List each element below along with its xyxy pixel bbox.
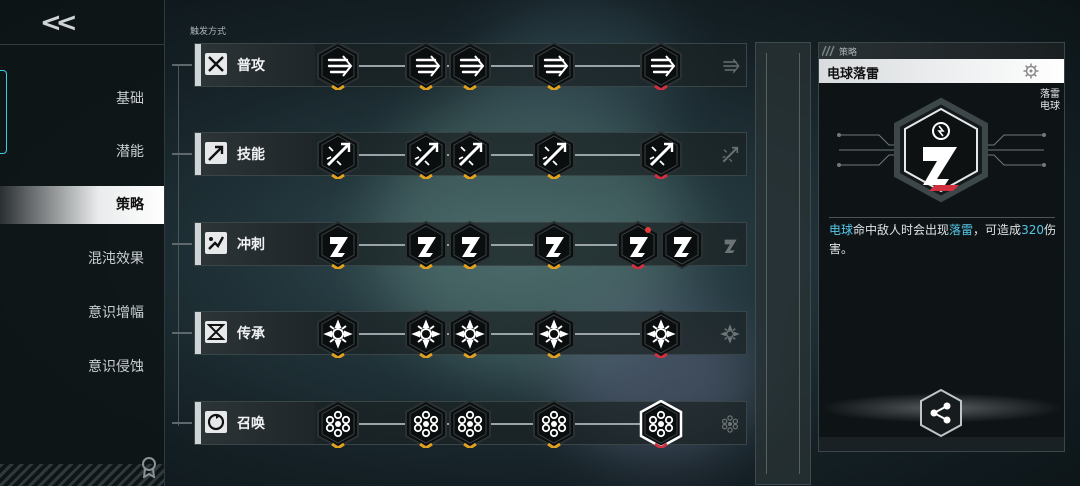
nav-item-consciousness-erosion[interactable]: 意识侵蚀	[0, 348, 164, 386]
row-connector	[172, 243, 192, 245]
middle-panel-inner	[766, 53, 800, 474]
row-name: 传承	[237, 326, 265, 342]
locked-node-icon	[723, 58, 740, 74]
locked-node-icon	[721, 415, 739, 433]
row-connector	[172, 422, 192, 424]
strategy-node[interactable]	[403, 221, 449, 269]
middle-panel	[755, 42, 811, 485]
row-header[interactable]: 普攻	[195, 44, 315, 86]
lightning-ball-icon	[837, 97, 1046, 203]
strategy-row-4: 传承	[194, 310, 747, 358]
detail-description: 电球命中敌人时会出现落雷，可造成320伤害。	[829, 221, 1057, 259]
locked-node-icon	[720, 324, 740, 344]
tree-vertical-line	[178, 66, 179, 426]
row-name: 技能	[237, 147, 265, 163]
row-name: 召唤	[237, 416, 265, 432]
desc-highlight-damage: 320	[1021, 223, 1044, 237]
strategy-node[interactable]	[638, 131, 684, 179]
strategy-node[interactable]	[531, 400, 577, 448]
strategy-node[interactable]	[638, 310, 684, 358]
strategy-node[interactable]	[447, 400, 493, 448]
row-name: 普攻	[237, 58, 265, 74]
back-button[interactable]: <<	[40, 8, 96, 40]
strategy-row-3: 冲刺	[194, 221, 747, 269]
strategy-node[interactable]	[615, 221, 661, 269]
sidebar: << 基础 潜能 策略 混沌效果 意识增幅 意识侵蚀	[0, 0, 165, 486]
sidebar-divider	[0, 44, 164, 45]
row-header[interactable]: 召唤	[195, 402, 315, 444]
nav-item-chaos-effects[interactable]: 混沌效果	[0, 240, 164, 278]
strategy-row-2: 技能	[194, 131, 747, 179]
nav-item-strategy[interactable]: 策略	[0, 186, 164, 224]
strategy-node[interactable]	[403, 131, 449, 179]
row-connector	[172, 153, 192, 155]
strategy-row-5: 召唤	[194, 400, 747, 448]
strategy-node[interactable]	[638, 42, 684, 90]
strategy-node[interactable]	[315, 221, 361, 269]
ribbon-icon[interactable]	[140, 456, 158, 478]
detail-panel: 策略 电球落雷 落雷 电球 电球命中敌人时会出现落雷，可造成320伤害。	[818, 42, 1065, 452]
share-button[interactable]	[916, 388, 966, 438]
detail-tab-label: 策略	[839, 48, 858, 58]
detail-title: 电球落雷	[827, 67, 880, 82]
row-header[interactable]: 冲刺	[195, 223, 315, 265]
desc-text-1: 命中敌人时会出现	[853, 223, 950, 237]
strategy-node[interactable]	[447, 42, 493, 90]
strategy-node[interactable]	[315, 310, 361, 358]
detail-separator	[829, 217, 1055, 218]
stripe-icon	[822, 46, 835, 56]
strategy-node[interactable]	[531, 42, 577, 90]
strategy-node[interactable]	[447, 221, 493, 269]
strategy-node[interactable]	[403, 310, 449, 358]
locked-node-icon	[722, 146, 739, 163]
strategy-node[interactable]	[659, 221, 705, 269]
strategy-node[interactable]	[315, 131, 361, 179]
trigger-mode-label: 触发方式	[190, 27, 227, 37]
hourglass-icon	[205, 321, 227, 343]
row-header[interactable]: 传承	[195, 312, 315, 354]
strategy-node[interactable]	[403, 400, 449, 448]
strategy-node[interactable]	[638, 400, 684, 448]
desc-highlight-thunder: 落雷	[949, 223, 974, 237]
strategy-node[interactable]	[447, 131, 493, 179]
nav-item-basic[interactable]: 基础	[0, 80, 164, 118]
strategy-node[interactable]	[531, 221, 577, 269]
x-blades-icon	[205, 53, 227, 75]
strategy-node[interactable]	[447, 310, 493, 358]
detail-bottom-bar	[819, 437, 1064, 451]
arrow-burst-icon	[205, 142, 227, 164]
new-dot-badge	[645, 227, 651, 233]
nav-item-consciousness-boost[interactable]: 意识增幅	[0, 294, 164, 332]
strategy-node[interactable]	[315, 400, 361, 448]
strategy-node[interactable]	[531, 131, 577, 179]
gear-icon[interactable]	[1023, 63, 1039, 79]
strategy-node[interactable]	[315, 42, 361, 90]
detail-title-bar: 电球落雷	[819, 59, 1064, 83]
strategy-node[interactable]	[531, 310, 577, 358]
row-name: 冲刺	[237, 237, 265, 253]
row-connector	[172, 64, 192, 66]
desc-text-2: ，可造成	[973, 223, 1022, 237]
detail-tab: 策略	[819, 43, 1064, 59]
strategy-node[interactable]	[403, 42, 449, 90]
dash-icon	[205, 232, 227, 254]
nav-item-potential[interactable]: 潜能	[0, 133, 164, 171]
locked-node-icon	[724, 239, 737, 253]
row-header[interactable]: 技能	[195, 133, 315, 175]
summon-icon	[205, 411, 227, 433]
desc-highlight-ball: 电球	[829, 223, 854, 237]
strategy-row-1: 普攻	[194, 42, 747, 90]
row-connector	[172, 332, 192, 334]
